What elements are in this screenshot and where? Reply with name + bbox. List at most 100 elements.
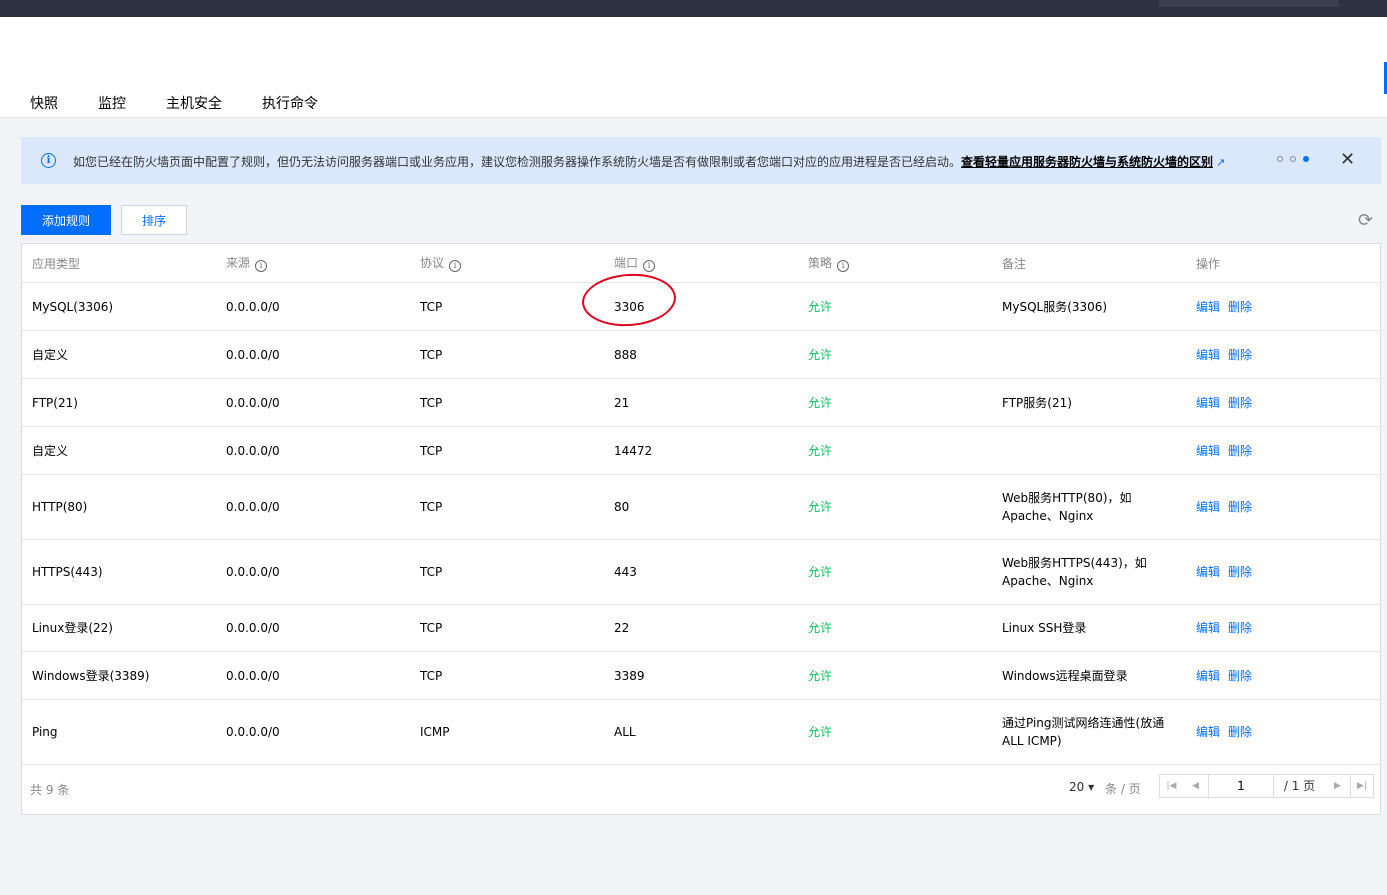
add-rule-button[interactable]: 添加规则	[21, 205, 111, 235]
edit-link[interactable]: 编辑	[1196, 348, 1220, 362]
carousel-dot-2[interactable]	[1290, 156, 1296, 162]
notice-banner: i 如您已经在防火墙页面中配置了规则，但仍无法访问服务器端口或业务应用，建议您检…	[21, 137, 1381, 184]
cell-port: 80	[604, 474, 798, 540]
cell-port: 22	[604, 604, 798, 652]
tab-monitor[interactable]: 监控	[98, 93, 126, 113]
cell-remark: MySQL服务(3306)	[992, 282, 1186, 331]
delete-link[interactable]: 删除	[1228, 565, 1252, 579]
next-page-icon[interactable]: ▶	[1325, 774, 1351, 798]
tab-host-security[interactable]: 主机安全	[166, 93, 222, 113]
header-app-type: 应用类型	[22, 244, 216, 283]
cell-remark	[992, 330, 1186, 379]
table-header-row: 应用类型 来源 i 协议 i 端口 i 策略 i 备注 操作	[22, 244, 1380, 283]
tab-snapshot[interactable]: 快照	[30, 93, 58, 113]
cell-protocol: TCP	[410, 282, 604, 331]
notice-text: 如您已经在防火墙页面中配置了规则，但仍无法访问服务器端口或业务应用，建议您检测服…	[73, 153, 1225, 170]
header-actions: 操作	[1186, 244, 1380, 283]
first-page-icon[interactable]: |◀	[1159, 774, 1184, 798]
delete-link[interactable]: 删除	[1228, 300, 1252, 314]
page-number-input[interactable]: 1	[1209, 774, 1273, 798]
page-size-unit: 条 / 页	[1105, 782, 1141, 796]
header-port: 端口 i	[604, 244, 798, 283]
cell-source: 0.0.0.0/0	[216, 282, 410, 331]
delete-link[interactable]: 删除	[1228, 669, 1252, 683]
last-page-icon[interactable]: ▶|	[1350, 774, 1374, 798]
table-row: 自定义 0.0.0.0/0 TCP 888 允许 编辑 删除	[22, 330, 1380, 379]
cell-protocol: TCP	[410, 651, 604, 700]
delete-link[interactable]: 删除	[1228, 444, 1252, 458]
cell-protocol: TCP	[410, 539, 604, 605]
carousel-dot-3[interactable]	[1303, 156, 1309, 162]
notice-message: 如您已经在防火墙页面中配置了规则，但仍无法访问服务器端口或业务应用，建议您检测服…	[73, 155, 962, 169]
delete-link[interactable]: 删除	[1228, 396, 1252, 410]
cell-actions: 编辑 删除	[1186, 651, 1380, 700]
cell-policy: 允许	[798, 539, 992, 605]
cell-app: HTTP(80)	[22, 474, 216, 540]
cell-protocol: ICMP	[410, 699, 604, 765]
cell-remark: Web服务HTTPS(443)，如Apache、Nginx	[992, 539, 1186, 605]
table-row: HTTP(80) 0.0.0.0/0 TCP 80 允许 Web服务HTTP(8…	[22, 474, 1380, 540]
cell-port: 3306	[604, 282, 798, 331]
cell-policy: 允许	[798, 426, 992, 475]
external-link-icon[interactable]: ↗	[1216, 156, 1225, 169]
carousel-dot-1[interactable]	[1277, 156, 1283, 162]
edit-link[interactable]: 编辑	[1196, 669, 1220, 683]
cell-actions: 编辑 删除	[1186, 378, 1380, 427]
cell-remark: 通过Ping测试网络连通性(放通ALL ICMP)	[992, 699, 1186, 765]
info-icon[interactable]: i	[643, 260, 656, 272]
cell-policy: 允许	[798, 651, 992, 700]
cell-policy: 允许	[798, 474, 992, 540]
notice-link[interactable]: 查看轻量应用服务器防火墙与系统防火墙的区别	[961, 155, 1213, 169]
header-source: 来源 i	[216, 244, 410, 283]
delete-link[interactable]: 删除	[1228, 500, 1252, 514]
cell-actions: 编辑 删除	[1186, 426, 1380, 475]
cell-app: 自定义	[22, 330, 216, 379]
tab-run-command[interactable]: 执行命令	[262, 93, 318, 113]
cell-source: 0.0.0.0/0	[216, 651, 410, 700]
delete-link[interactable]: 删除	[1228, 725, 1252, 739]
cell-policy: 允许	[798, 378, 992, 427]
cell-remark: Windows远程桌面登录	[992, 651, 1186, 700]
cell-actions: 编辑 删除	[1186, 699, 1380, 765]
edit-link[interactable]: 编辑	[1196, 396, 1220, 410]
cell-protocol: TCP	[410, 474, 604, 540]
top-navbar	[0, 0, 1387, 17]
table-row: Linux登录(22) 0.0.0.0/0 TCP 22 允许 Linux SS…	[22, 604, 1380, 652]
topbar-search[interactable]	[1159, 0, 1339, 7]
chevron-down-icon: ▾	[1088, 780, 1095, 794]
info-icon[interactable]: i	[255, 260, 268, 272]
edit-link[interactable]: 编辑	[1196, 500, 1220, 514]
header-policy: 策略 i	[798, 244, 992, 283]
refresh-icon[interactable]: ⟳	[1358, 210, 1373, 231]
page-size-select[interactable]: 20 ▾	[1069, 780, 1094, 794]
cell-remark: Web服务HTTP(80)，如Apache、Nginx	[992, 474, 1186, 540]
close-icon[interactable]: ✕	[1340, 149, 1355, 170]
edit-link[interactable]: 编辑	[1196, 300, 1220, 314]
cell-source: 0.0.0.0/0	[216, 539, 410, 605]
cell-protocol: TCP	[410, 330, 604, 379]
cell-app: Linux登录(22)	[22, 604, 216, 652]
edit-link[interactable]: 编辑	[1196, 725, 1220, 739]
cell-port: 3389	[604, 651, 798, 700]
cell-source: 0.0.0.0/0	[216, 378, 410, 427]
cell-port: 14472	[604, 426, 798, 475]
cell-protocol: TCP	[410, 604, 604, 652]
delete-link[interactable]: 删除	[1228, 348, 1252, 362]
cell-protocol: TCP	[410, 426, 604, 475]
table-row: MySQL(3306) 0.0.0.0/0 TCP 3306 允许 MySQL服…	[22, 282, 1380, 331]
table-row: HTTPS(443) 0.0.0.0/0 TCP 443 允许 Web服务HTT…	[22, 539, 1380, 605]
delete-link[interactable]: 删除	[1228, 621, 1252, 635]
prev-page-icon[interactable]: ◀	[1183, 774, 1209, 798]
cell-app: Ping	[22, 699, 216, 765]
cell-port: ALL	[604, 699, 798, 765]
info-icon[interactable]: i	[837, 260, 850, 272]
sort-button[interactable]: 排序	[121, 205, 187, 235]
info-icon[interactable]: i	[449, 260, 462, 272]
edit-link[interactable]: 编辑	[1196, 621, 1220, 635]
cell-source: 0.0.0.0/0	[216, 699, 410, 765]
cell-remark	[992, 426, 1186, 475]
tab-bar: 快照 监控 主机安全 执行命令	[30, 93, 358, 113]
edit-link[interactable]: 编辑	[1196, 565, 1220, 579]
edit-link[interactable]: 编辑	[1196, 444, 1220, 458]
cell-app: FTP(21)	[22, 378, 216, 427]
